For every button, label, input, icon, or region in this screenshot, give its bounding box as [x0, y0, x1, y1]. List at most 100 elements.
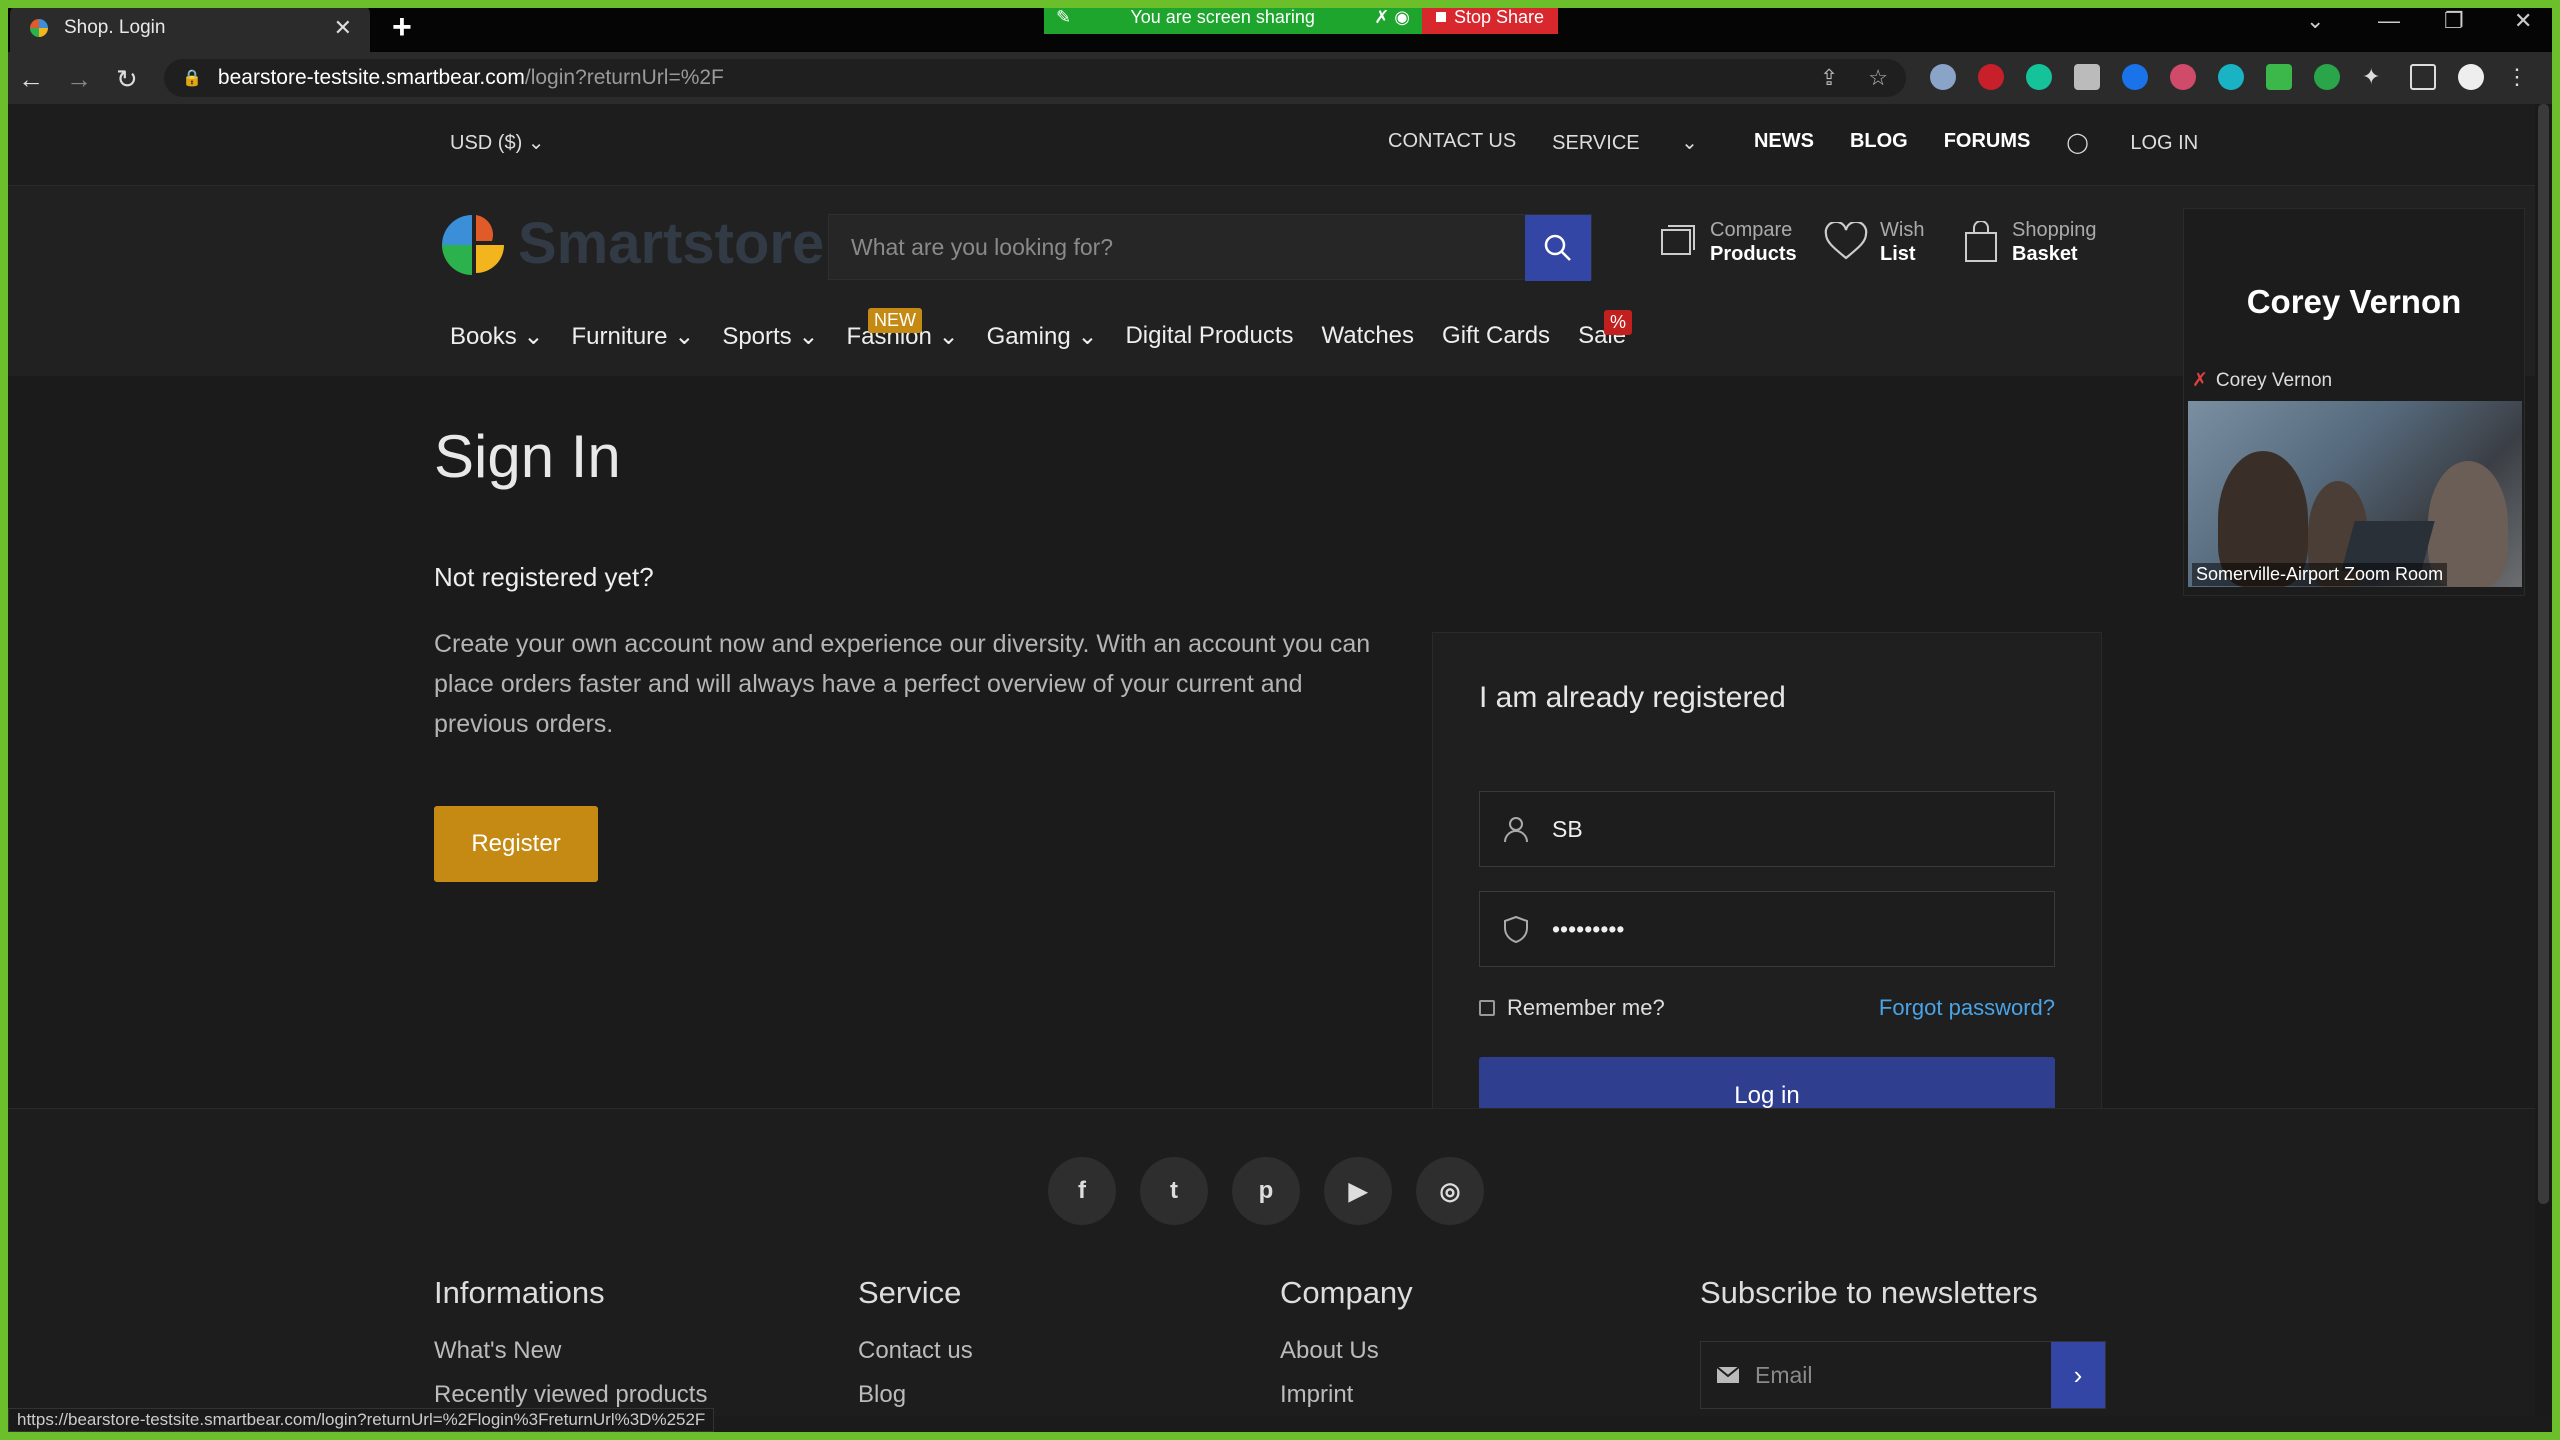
- bookmark-star-icon[interactable]: ☆: [1868, 65, 1888, 91]
- basket-label-top: Shopping: [2012, 219, 2097, 241]
- login-card-title: I am already registered: [1479, 681, 1786, 714]
- blog-link[interactable]: BLOG: [1850, 130, 1908, 155]
- extension-icon[interactable]: [2218, 64, 2244, 90]
- social-links: f t p ▶ ◎: [1048, 1157, 1484, 1225]
- password-field[interactable]: [1479, 891, 2055, 967]
- zoom-video-feed: [2188, 401, 2522, 587]
- status-bar-url: https://bearstore-testsite.smartbear.com…: [8, 1408, 715, 1432]
- shopping-basket[interactable]: Shopping Basket: [1962, 218, 2097, 266]
- pinterest-icon[interactable]: p: [1232, 1157, 1300, 1225]
- site-topbar: USD ($) ⌄ CONTACT US SERVICE ⌄ NEWS BLOG…: [8, 104, 2535, 186]
- remember-checkbox[interactable]: [1479, 1000, 1495, 1016]
- footer-col-company: Company About Us Imprint: [1280, 1275, 1413, 1416]
- menu-item-watches[interactable]: Watches: [1322, 322, 1414, 351]
- service-label: SERVICE: [1552, 132, 1640, 154]
- reload-icon[interactable]: ↻: [116, 64, 138, 95]
- footer-link[interactable]: What's New: [434, 1337, 707, 1365]
- menu-item-gift-cards[interactable]: Gift Cards: [1442, 322, 1550, 351]
- news-link[interactable]: NEWS: [1754, 130, 1814, 155]
- heart-icon: [1824, 222, 1868, 260]
- profile-avatar[interactable]: [2458, 64, 2484, 90]
- zoom-video-panel[interactable]: Corey Vernon ✗ Corey Vernon Somerville-A…: [2183, 208, 2525, 596]
- footer-col-informations: Informations What's New Recently viewed …: [434, 1275, 707, 1416]
- compare-products[interactable]: Compare Products: [1658, 218, 1797, 266]
- compare-icon: [1661, 225, 1695, 255]
- grammarly-icon[interactable]: [2026, 64, 2052, 90]
- back-icon[interactable]: ←: [18, 64, 44, 95]
- login-link[interactable]: ◯ LOG IN: [2066, 130, 2234, 155]
- search-input[interactable]: [829, 215, 1525, 279]
- mic-off-icon[interactable]: ✗ ◉: [1374, 7, 1410, 28]
- scrollbar-thumb[interactable]: [2538, 104, 2549, 1204]
- zoom-participant-name: Corey Vernon: [2246, 283, 2462, 320]
- menu-item-books[interactable]: Books ⌄: [450, 322, 543, 351]
- extension-icon[interactable]: [2122, 64, 2148, 90]
- extension-icon[interactable]: [2266, 64, 2292, 90]
- footer-link[interactable]: Recently viewed products: [434, 1381, 707, 1409]
- mic-muted-icon: ✗: [2192, 370, 2208, 391]
- share-icon[interactable]: ⇪: [1820, 65, 1838, 91]
- smartstore-logo[interactable]: Smartstore: [434, 210, 824, 277]
- user-icon: [1480, 814, 1552, 844]
- zoom-participant-label: ✗ Corey Vernon: [2192, 369, 2332, 392]
- currency-selector[interactable]: USD ($) ⌄: [450, 130, 545, 155]
- extension-icon[interactable]: [2170, 64, 2196, 90]
- new-tab-icon[interactable]: +: [392, 8, 412, 47]
- wish-list[interactable]: Wish List: [1824, 218, 1924, 266]
- facebook-icon[interactable]: f: [1048, 1157, 1116, 1225]
- stop-share-button[interactable]: Stop Share: [1422, 0, 1558, 34]
- footer-link[interactable]: Imprint: [1280, 1381, 1413, 1409]
- tab-search-icon[interactable]: ⌄: [2306, 8, 2324, 34]
- username-field[interactable]: [1479, 791, 2055, 867]
- footer-col-service: Service Contact us Blog: [858, 1275, 973, 1416]
- footer-link[interactable]: Contact us: [858, 1337, 973, 1365]
- extension-icon[interactable]: [2074, 64, 2100, 90]
- forward-icon[interactable]: →: [66, 64, 92, 95]
- youtube-icon[interactable]: ▶: [1324, 1157, 1392, 1225]
- restore-icon[interactable]: ❐: [2444, 8, 2464, 34]
- instagram-icon[interactable]: ◎: [1416, 1157, 1484, 1225]
- puzzle-extensions-icon[interactable]: ✦: [2362, 64, 2388, 90]
- remember-label: Remember me?: [1507, 995, 1665, 1020]
- footer-link[interactable]: Blog: [858, 1381, 973, 1409]
- contact-us-link[interactable]: CONTACT US: [1388, 130, 1516, 155]
- tab-close-icon[interactable]: ✕: [334, 15, 352, 41]
- pin-icon[interactable]: ✎: [1056, 7, 1071, 28]
- zoom-sub-name: Corey Vernon: [2215, 369, 2333, 391]
- newsletter-submit-button[interactable]: ›: [2051, 1342, 2105, 1408]
- lock-icon[interactable]: 🔒: [182, 68, 202, 88]
- page-scrollbar[interactable]: [2535, 104, 2552, 1416]
- window-close-icon[interactable]: ✕: [2514, 8, 2532, 34]
- extension-icon[interactable]: [2314, 64, 2340, 90]
- browser-tab[interactable]: Shop. Login ✕: [10, 4, 370, 52]
- twitter-icon[interactable]: t: [1140, 1157, 1208, 1225]
- service-menu[interactable]: SERVICE ⌄: [1552, 130, 1698, 155]
- menu-item-gaming[interactable]: Gaming ⌄: [987, 322, 1098, 351]
- address-bar[interactable]: 🔒 bearstore-testsite.smartbear.com /logi…: [164, 59, 1906, 97]
- menu-label: Gaming: [986, 323, 1071, 350]
- minimize-icon[interactable]: —: [2378, 8, 2400, 34]
- register-button[interactable]: Register: [434, 806, 598, 882]
- search-button[interactable]: [1525, 215, 1591, 281]
- chevron-down-icon: ⌄: [938, 323, 959, 350]
- menu-item-digital-products[interactable]: Digital Products: [1125, 322, 1293, 351]
- menu-item-sports[interactable]: Sports ⌄: [722, 322, 818, 351]
- newsletter-email-input[interactable]: [1755, 1342, 2051, 1408]
- side-panel-icon[interactable]: [2410, 64, 2436, 90]
- menu-item-furniture[interactable]: Furniture ⌄: [571, 322, 694, 351]
- stop-share-label: Stop Share: [1453, 6, 1545, 27]
- pdf-extension-icon[interactable]: [1978, 64, 2004, 90]
- page-title: Sign In: [434, 423, 621, 490]
- username-input[interactable]: [1552, 815, 2054, 843]
- password-input[interactable]: [1552, 915, 2054, 943]
- footer-link[interactable]: About Us: [1280, 1337, 1413, 1365]
- forgot-password-link[interactable]: Forgot password?: [1879, 995, 2055, 1021]
- forums-link[interactable]: FORUMS: [1944, 130, 2031, 155]
- menu-kebab-icon[interactable]: ⋮: [2506, 64, 2532, 90]
- remember-me[interactable]: Remember me?: [1479, 995, 1665, 1021]
- menu-label: Furniture: [571, 323, 668, 350]
- chevron-down-icon: ⌄: [1077, 323, 1098, 350]
- login-label: LOG IN: [2130, 132, 2199, 154]
- search-icon: [1544, 234, 1571, 261]
- extension-icon[interactable]: [1930, 64, 1956, 90]
